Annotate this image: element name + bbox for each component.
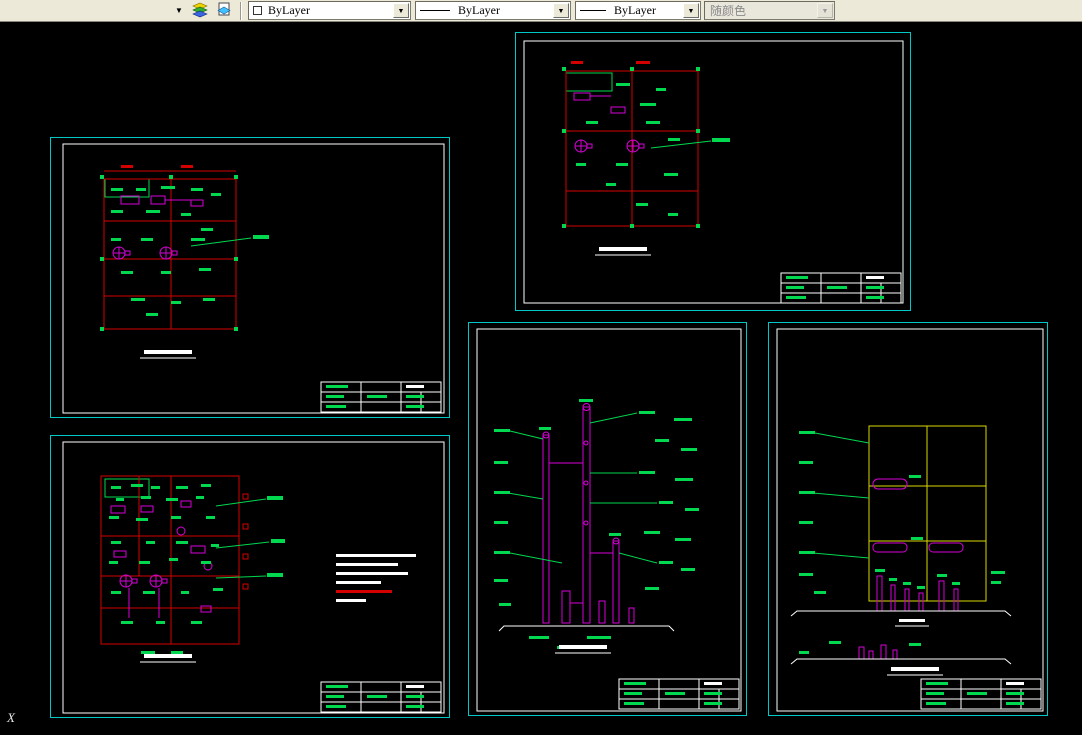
lineweight-control-value: ByLayer xyxy=(614,3,656,17)
chevron-down-icon: ▼ xyxy=(817,3,833,18)
chevron-down-icon[interactable]: ▼ xyxy=(683,3,699,18)
section-drawing-graphic xyxy=(776,328,1044,712)
color-control-value: ByLayer xyxy=(268,3,310,17)
chevron-down-icon[interactable]: ▼ xyxy=(553,3,569,18)
plot-style-control-combobox: 随颜色 ▼ xyxy=(704,1,835,20)
chevron-down-icon[interactable]: ▼ xyxy=(393,3,409,18)
layer-sheet-icon xyxy=(216,2,232,21)
plot-style-control-value: 随颜色 xyxy=(710,4,747,18)
make-layer-current-button[interactable] xyxy=(213,1,235,21)
ucs-x-axis-label: X xyxy=(7,710,15,725)
layer-properties-button[interactable] xyxy=(189,1,211,21)
lineweight-control-combobox[interactable]: ByLayer ▼ xyxy=(575,1,701,20)
bylayer-color-swatch-icon xyxy=(253,6,262,15)
drawing-sheet-plan-top-right xyxy=(515,32,911,311)
drawing-sheet-section-right xyxy=(768,322,1048,716)
drawing-sheet-elevation-center xyxy=(468,322,747,716)
plan-drawing-graphic xyxy=(523,40,904,304)
elevation-drawing-graphic xyxy=(476,328,742,712)
linetype-control-combobox[interactable]: ByLayer ▼ xyxy=(415,1,571,20)
plan-drawing-graphic xyxy=(62,441,445,714)
lineweight-line-icon xyxy=(580,10,606,11)
layers-stack-icon xyxy=(192,2,208,21)
drawing-sheet-plan-left-top xyxy=(50,137,450,418)
linetype-control-value: ByLayer xyxy=(458,3,500,17)
model-space-canvas[interactable]: X xyxy=(0,22,1082,735)
toolbar-separator xyxy=(240,2,242,20)
properties-toolbar: ▼ ByLayer ▼ ByLayer ▼ ByLayer ▼ 随颜色 ▼ xyxy=(0,0,1082,22)
drawing-sheet-plan-left-bottom xyxy=(50,435,450,718)
continuous-linetype-icon xyxy=(420,10,450,11)
color-control-combobox[interactable]: ByLayer ▼ xyxy=(248,1,411,20)
plan-drawing-graphic xyxy=(62,143,445,414)
toolbar-overflow-arrow-icon[interactable]: ▼ xyxy=(172,5,186,17)
